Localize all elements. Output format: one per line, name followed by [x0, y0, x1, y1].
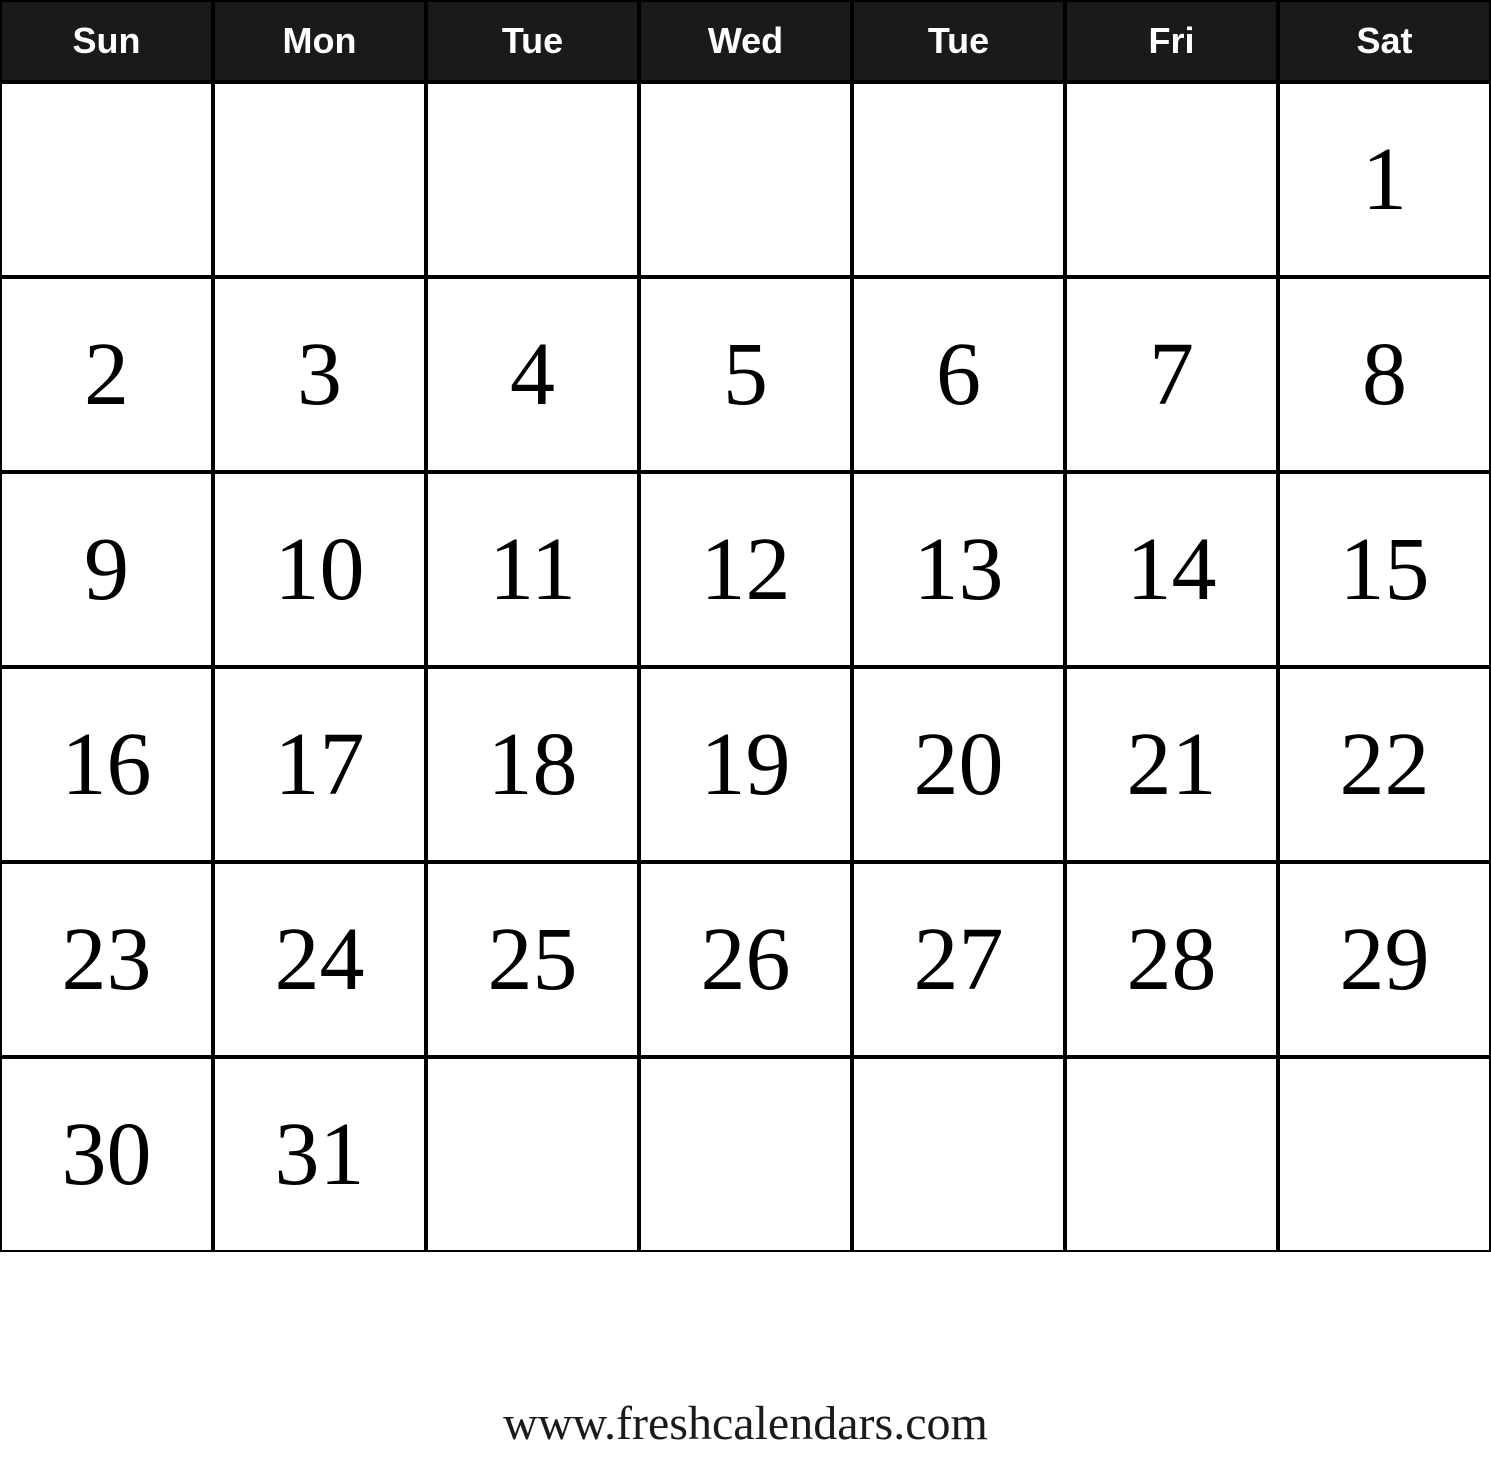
header-fri: Fri: [1065, 0, 1278, 82]
day-cell-1-6: 8: [1278, 277, 1491, 472]
day-number-12: 12: [651, 484, 840, 655]
day-cell-5-6: [1278, 1057, 1491, 1252]
calendar-header-row: Sun Mon Tue Wed Tue Fri Sat: [0, 0, 1491, 82]
week-row-4: 23242526272829: [0, 862, 1491, 1057]
day-cell-5-2: [426, 1057, 639, 1252]
day-cell-2-0: 9: [0, 472, 213, 667]
header-tue1: Tue: [426, 0, 639, 82]
header-sun: Sun: [0, 0, 213, 82]
day-number-15: 15: [1290, 484, 1479, 655]
day-number-17: 17: [225, 679, 414, 850]
day-cell-0-3: [639, 82, 852, 277]
day-number-16: 16: [12, 679, 201, 850]
day-cell-0-5: [1065, 82, 1278, 277]
day-number-3: 3: [225, 289, 414, 460]
day-number-9: 9: [12, 484, 201, 655]
day-cell-1-1: 3: [213, 277, 426, 472]
day-cell-1-4: 6: [852, 277, 1065, 472]
day-cell-4-1: 24: [213, 862, 426, 1057]
day-number-23: 23: [12, 874, 201, 1045]
day-number-30: 30: [12, 1069, 201, 1240]
header-sat: Sat: [1278, 0, 1491, 82]
day-number-10: 10: [225, 484, 414, 655]
day-cell-3-2: 18: [426, 667, 639, 862]
day-cell-4-4: 27: [852, 862, 1065, 1057]
day-cell-3-4: 20: [852, 667, 1065, 862]
day-cell-4-6: 29: [1278, 862, 1491, 1057]
day-cell-2-2: 11: [426, 472, 639, 667]
week-row-3: 16171819202122: [0, 667, 1491, 862]
calendar-table: Sun Mon Tue Wed Tue Fri Sat 123456789101…: [0, 0, 1491, 1376]
day-cell-1-0: 2: [0, 277, 213, 472]
day-cell-0-6: 1: [1278, 82, 1491, 277]
day-number-20: 20: [864, 679, 1053, 850]
day-cell-1-3: 5: [639, 277, 852, 472]
day-cell-2-1: 10: [213, 472, 426, 667]
day-cell-0-1: [213, 82, 426, 277]
week-row-5: 3031: [0, 1057, 1491, 1252]
calendar-container: Sun Mon Tue Wed Tue Fri Sat 123456789101…: [0, 0, 1491, 1466]
day-number-8: 8: [1290, 289, 1479, 460]
day-cell-2-6: 15: [1278, 472, 1491, 667]
day-cell-2-3: 12: [639, 472, 852, 667]
day-number-1: 1: [1290, 94, 1479, 265]
week-row-0: 1: [0, 82, 1491, 277]
day-cell-5-1: 31: [213, 1057, 426, 1252]
day-cell-4-3: 26: [639, 862, 852, 1057]
day-number-6: 6: [864, 289, 1053, 460]
day-number-29: 29: [1290, 874, 1479, 1045]
day-cell-5-3: [639, 1057, 852, 1252]
day-cell-1-2: 4: [426, 277, 639, 472]
day-cell-3-5: 21: [1065, 667, 1278, 862]
day-cell-3-0: 16: [0, 667, 213, 862]
day-cell-5-5: [1065, 1057, 1278, 1252]
day-cell-3-6: 22: [1278, 667, 1491, 862]
day-cell-1-5: 7: [1065, 277, 1278, 472]
day-number-31: 31: [225, 1069, 414, 1240]
day-number-22: 22: [1290, 679, 1479, 850]
day-number-5: 5: [651, 289, 840, 460]
day-cell-4-0: 23: [0, 862, 213, 1057]
day-cell-4-5: 28: [1065, 862, 1278, 1057]
footer-url: www.freshcalendars.com: [503, 1397, 988, 1450]
header-tue2: Tue: [852, 0, 1065, 82]
week-row-2: 9101112131415: [0, 472, 1491, 667]
day-cell-2-5: 14: [1065, 472, 1278, 667]
day-number-18: 18: [438, 679, 627, 850]
day-number-13: 13: [864, 484, 1053, 655]
day-number-28: 28: [1077, 874, 1266, 1045]
header-wed: Wed: [639, 0, 852, 82]
day-number-14: 14: [1077, 484, 1266, 655]
calendar-footer: www.freshcalendars.com: [0, 1376, 1491, 1466]
day-cell-0-0: [0, 82, 213, 277]
day-cell-0-2: [426, 82, 639, 277]
day-number-7: 7: [1077, 289, 1266, 460]
day-number-2: 2: [12, 289, 201, 460]
header-mon: Mon: [213, 0, 426, 82]
day-cell-5-0: 30: [0, 1057, 213, 1252]
day-number-24: 24: [225, 874, 414, 1045]
calendar-body: 1234567891011121314151617181920212223242…: [0, 82, 1491, 1376]
day-cell-3-1: 17: [213, 667, 426, 862]
day-number-4: 4: [438, 289, 627, 460]
day-number-25: 25: [438, 874, 627, 1045]
day-number-21: 21: [1077, 679, 1266, 850]
week-row-1: 2345678: [0, 277, 1491, 472]
day-number-19: 19: [651, 679, 840, 850]
day-number-26: 26: [651, 874, 840, 1045]
day-cell-3-3: 19: [639, 667, 852, 862]
day-number-11: 11: [438, 484, 627, 655]
day-cell-0-4: [852, 82, 1065, 277]
day-cell-4-2: 25: [426, 862, 639, 1057]
day-cell-2-4: 13: [852, 472, 1065, 667]
day-cell-5-4: [852, 1057, 1065, 1252]
day-number-27: 27: [864, 874, 1053, 1045]
